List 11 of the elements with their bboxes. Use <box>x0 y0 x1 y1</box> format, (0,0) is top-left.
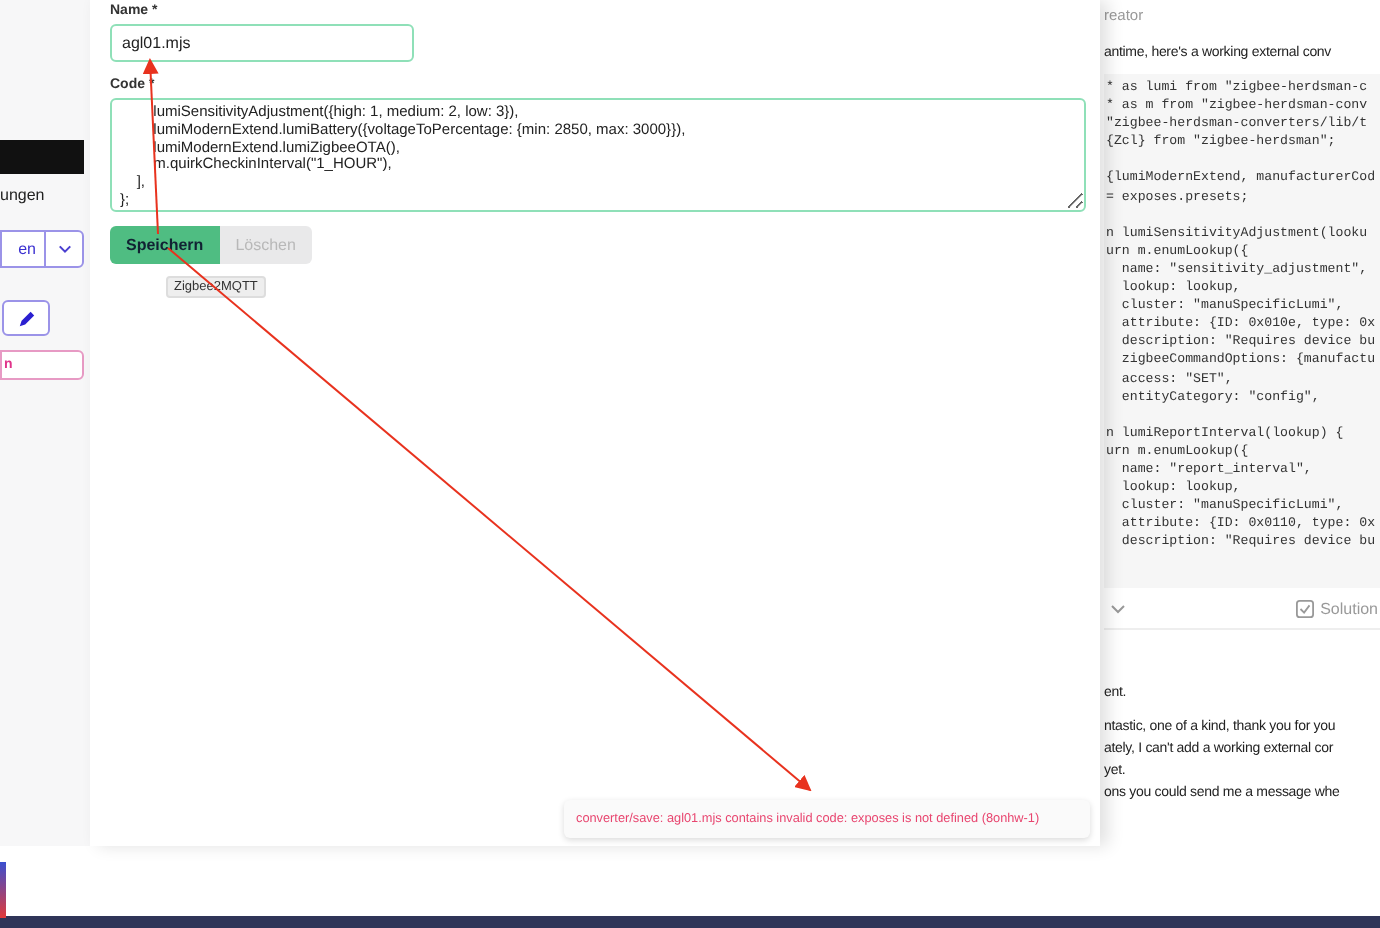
menu-label[interactable]: ungen <box>0 186 45 210</box>
checkbox-icon <box>1296 599 1315 618</box>
name-field[interactable]: agl01.mjs <box>110 24 414 62</box>
edit-button[interactable] <box>2 300 50 336</box>
caret-icon <box>57 244 71 254</box>
chevron-icon[interactable] <box>1110 603 1126 614</box>
pen-icon <box>17 309 35 327</box>
split-button[interactable]: en <box>0 230 44 268</box>
save-button[interactable]: Speichern <box>110 226 220 264</box>
dropdown-button[interactable] <box>44 230 84 268</box>
app-icon[interactable] <box>0 862 6 918</box>
